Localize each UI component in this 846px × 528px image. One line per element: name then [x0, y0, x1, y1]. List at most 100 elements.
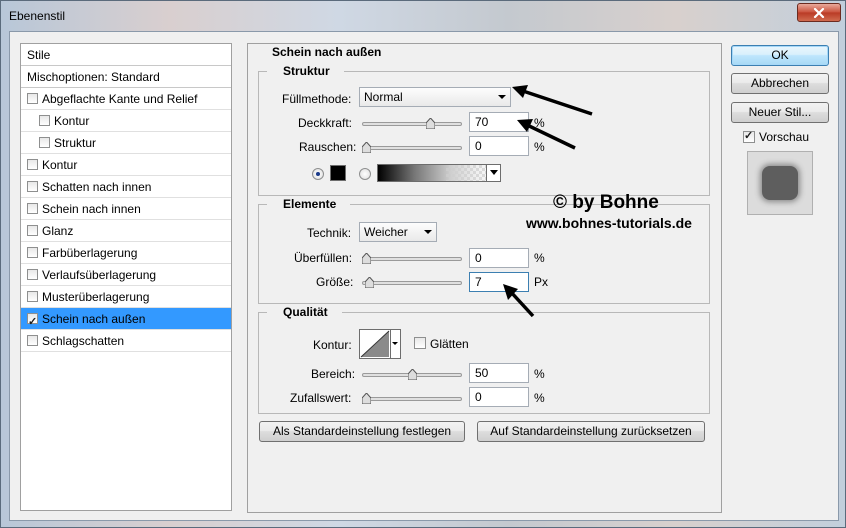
style-item[interactable]: ✓ Schein nach außen — [21, 308, 231, 330]
style-item-label: Schein nach innen — [42, 202, 141, 216]
antialias-label: Glätten — [430, 337, 469, 351]
style-item-checkbox[interactable] — [27, 181, 38, 192]
jitter-slider[interactable] — [362, 393, 462, 405]
gradient-radio[interactable] — [359, 168, 371, 180]
chevron-down-icon — [498, 95, 506, 99]
technique-dropdown[interactable]: Weicher — [359, 222, 437, 242]
slider-thumb-icon[interactable] — [364, 277, 374, 288]
watermark-copyright: © by Bohne — [553, 192, 659, 213]
slider-thumb-icon[interactable] — [362, 393, 371, 404]
transparency-pattern — [446, 165, 486, 181]
spread-slider[interactable] — [362, 253, 462, 265]
style-item[interactable]: Schlagschatten — [21, 330, 231, 352]
style-item[interactable]: Verlaufsüberlagerung — [21, 264, 231, 286]
close-button[interactable] — [797, 3, 841, 22]
preview-checkbox[interactable]: ✓ — [743, 130, 755, 143]
style-items: Abgeflachte Kante und Relief Kontur Strukt… — [21, 88, 231, 352]
glow-color-swatch[interactable] — [330, 165, 346, 181]
contour-picker[interactable] — [359, 329, 391, 359]
style-item-label: Musterüberlagerung — [42, 290, 150, 304]
jitter-label: Zufallswert: — [290, 391, 352, 405]
antialias-checkbox[interactable] — [414, 337, 426, 349]
style-item-label: Schlagschatten — [42, 334, 125, 348]
chevron-down-icon — [424, 230, 432, 234]
elemente-label: Elemente — [267, 197, 351, 211]
spread-label: Überfüllen: — [294, 251, 353, 265]
style-item-checkbox[interactable] — [27, 269, 38, 280]
slider-thumb-icon[interactable] — [426, 118, 436, 129]
range-slider[interactable] — [362, 369, 462, 381]
style-item-checkbox[interactable] — [27, 335, 38, 346]
style-item-label: Abgeflachte Kante und Relief — [42, 92, 198, 106]
dialog-client: Stile Mischoptionen: Standard Abgeflacht… — [9, 31, 839, 521]
size-slider[interactable] — [362, 277, 462, 289]
style-item[interactable]: Glanz — [21, 220, 231, 242]
blend-mode-dropdown[interactable]: Normal — [359, 87, 511, 107]
style-item-checkbox[interactable] — [27, 203, 38, 214]
contour-dropdown-arrow[interactable] — [391, 329, 401, 359]
reset-default-button[interactable]: Auf Standardeinstellung zurücksetzen — [477, 421, 705, 442]
opacity-label: Deckkraft: — [298, 116, 353, 130]
slider-track — [362, 146, 462, 150]
jitter-input[interactable]: 0 — [469, 387, 529, 407]
style-item-checkbox[interactable] — [27, 225, 38, 236]
styles-list: Stile Mischoptionen: Standard Abgeflacht… — [20, 43, 232, 511]
qualitaet-label: Qualität — [267, 305, 342, 319]
style-item[interactable]: Abgeflachte Kante und Relief — [21, 88, 231, 110]
slider-track — [362, 257, 462, 261]
preview-shape — [762, 166, 798, 200]
slider-track — [362, 397, 462, 401]
cancel-button[interactable]: Abbrechen — [731, 73, 829, 94]
spread-input[interactable]: 0 — [469, 248, 529, 268]
gradient-picker[interactable] — [377, 164, 501, 182]
style-item-checkbox[interactable] — [27, 247, 38, 258]
style-item-label: Schatten nach innen — [42, 180, 152, 194]
styles-header[interactable]: Stile — [21, 44, 231, 66]
style-item-checkbox[interactable] — [27, 93, 38, 104]
style-item-label: Kontur — [42, 158, 78, 172]
blend-mode-value: Normal — [364, 90, 403, 104]
style-item[interactable]: Struktur — [21, 132, 231, 154]
ok-button[interactable]: OK — [731, 45, 829, 66]
style-item-checkbox[interactable] — [39, 115, 50, 126]
style-item[interactable]: Farbüberlagerung — [21, 242, 231, 264]
style-item-checkbox[interactable]: ✓ — [27, 313, 38, 328]
size-label: Größe: — [316, 275, 354, 289]
noise-slider[interactable] — [362, 142, 462, 154]
preview-thumbnail — [747, 151, 813, 215]
style-item-checkbox[interactable] — [39, 137, 50, 148]
style-item[interactable]: Schatten nach innen — [21, 176, 231, 198]
jitter-unit: % — [534, 391, 545, 405]
blend-mode-label: Füllmethode: — [282, 92, 352, 106]
dialog-window: Ebenenstil Stile Mischoptionen: Standard… — [0, 0, 846, 528]
opacity-slider[interactable] — [362, 118, 462, 130]
new-style-button[interactable]: Neuer Stil... — [731, 102, 829, 123]
slider-thumb-icon[interactable] — [362, 142, 371, 153]
struktur-group: Struktur Füllmethode: Normal Deckkraft: … — [258, 64, 710, 196]
range-input[interactable]: 50 — [469, 363, 529, 383]
annotation-arrow-icon — [517, 119, 576, 150]
title-bar[interactable]: Ebenenstil — [1, 1, 846, 31]
style-item[interactable]: Musterüberlagerung — [21, 286, 231, 308]
technique-value: Weicher — [364, 225, 408, 239]
slider-track — [362, 122, 462, 126]
style-item-label: Verlaufsüberlagerung — [42, 268, 157, 282]
noise-label: Rauschen: — [299, 140, 357, 154]
style-item[interactable]: Schein nach innen — [21, 198, 231, 220]
close-icon — [813, 7, 825, 18]
style-item-checkbox[interactable] — [27, 159, 38, 170]
technique-label: Technik: — [307, 226, 352, 240]
chevron-down-icon[interactable] — [486, 165, 500, 181]
style-item[interactable]: Kontur — [21, 110, 231, 132]
struktur-label: Struktur — [267, 64, 344, 78]
slider-thumb-icon[interactable] — [362, 253, 371, 264]
style-item-label: Schein nach außen — [42, 312, 146, 326]
make-default-button[interactable]: Als Standardeinstellung festlegen — [259, 421, 465, 442]
slider-thumb-icon[interactable] — [408, 369, 417, 380]
annotation-arrow-icon — [503, 284, 535, 318]
style-item-checkbox[interactable] — [27, 291, 38, 302]
blend-options-item[interactable]: Mischoptionen: Standard — [21, 66, 231, 88]
color-radio[interactable] — [312, 168, 324, 180]
style-item-label: Farbüberlagerung — [42, 246, 138, 260]
style-item[interactable]: Kontur — [21, 154, 231, 176]
